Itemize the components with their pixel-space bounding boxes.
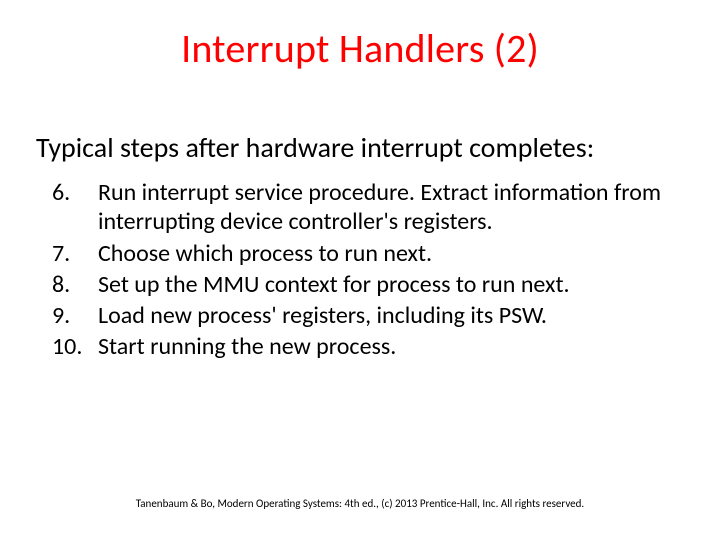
list-text: Set up the MMU context for process to ru… [98,270,680,299]
list-text: Load new process' registers, including i… [98,301,680,330]
list-number: 10. [52,332,98,361]
list-item: 6. Run interrupt service procedure. Extr… [52,178,680,237]
list-text: Choose which process to run next. [98,239,680,268]
list-item: 9. Load new process' registers, includin… [52,301,680,330]
list-text: Start running the new process. [98,332,680,361]
slide-subheading: Typical steps after hardware interrupt c… [36,130,700,165]
list-item: 7. Choose which process to run next. [52,239,680,268]
list-text: Run interrupt service procedure. Extract… [98,178,680,237]
list-number: 6. [52,178,98,237]
slide-footer: Tanenbaum & Bo, Modern Operating Systems… [0,497,720,510]
step-list: 6. Run interrupt service procedure. Extr… [52,178,680,364]
list-number: 7. [52,239,98,268]
list-item: 8. Set up the MMU context for process to… [52,270,680,299]
list-number: 9. [52,301,98,330]
list-item: 10. Start running the new process. [52,332,680,361]
slide-title: Interrupt Handlers (2) [0,24,720,73]
slide: Interrupt Handlers (2) Typical steps aft… [0,0,720,540]
list-number: 8. [52,270,98,299]
